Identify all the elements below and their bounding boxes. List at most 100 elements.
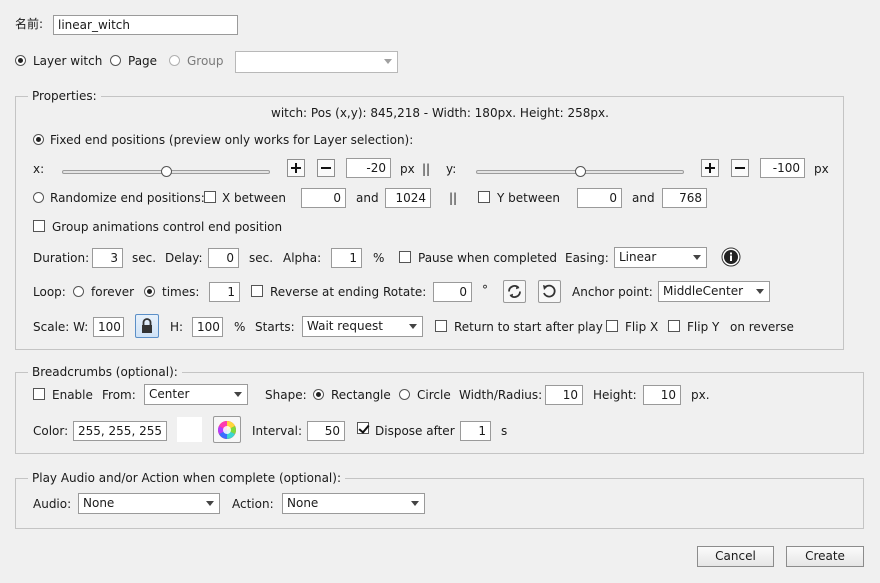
lock-icon: [142, 318, 152, 333]
chevron-down-icon: [756, 289, 764, 294]
layer-radio[interactable]: [15, 55, 26, 66]
plus-icon: [291, 163, 301, 173]
y-label: y:: [446, 162, 457, 176]
color-picker-button[interactable]: [213, 416, 241, 443]
times-radio[interactable]: [144, 286, 155, 297]
chevron-down-icon: [693, 255, 701, 260]
flip-y-label: Flip Y: [687, 320, 720, 334]
flip-x-label: Flip X: [625, 320, 659, 334]
forever-radio[interactable]: [73, 286, 84, 297]
fixed-end-label: Fixed end positions (preview only works …: [50, 133, 414, 147]
forever-label: forever: [91, 285, 135, 299]
y-value-input[interactable]: -100: [760, 158, 805, 178]
y-min-input[interactable]: 0: [577, 188, 622, 208]
breadcrumbs-enable-label: Enable: [52, 388, 93, 402]
name-input[interactable]: linear_witch: [53, 15, 238, 35]
rotate-ccw-button[interactable]: [538, 280, 561, 303]
plus-icon: [705, 163, 715, 173]
fixed-end-radio[interactable]: [33, 134, 44, 145]
y-slider-handle[interactable]: [574, 166, 586, 177]
flip-x-checkbox[interactable]: [606, 320, 618, 332]
x-between-checkbox[interactable]: [204, 191, 216, 203]
info-icon: [721, 247, 741, 267]
name-label: 名前:: [15, 17, 44, 31]
starts-value: Wait request: [307, 319, 383, 333]
action-label: Action:: [232, 497, 274, 511]
dispose-checkbox[interactable]: [357, 422, 369, 434]
easing-select[interactable]: Linear: [614, 247, 707, 268]
chevron-down-icon: [384, 59, 392, 64]
group-select[interactable]: [235, 51, 398, 73]
info-button[interactable]: [721, 247, 741, 267]
chevron-down-icon: [206, 501, 214, 506]
return-checkbox[interactable]: [435, 320, 447, 332]
audio-select[interactable]: None: [78, 493, 220, 514]
chevron-down-icon: [234, 392, 242, 397]
group-anim-checkbox[interactable]: [33, 220, 45, 232]
lock-aspect-button[interactable]: [135, 314, 159, 338]
anchor-select[interactable]: MiddleCenter: [658, 281, 770, 302]
starts-select[interactable]: Wait request: [302, 316, 423, 337]
on-reverse-label: on reverse: [730, 320, 794, 334]
return-label: Return to start after play: [454, 320, 603, 334]
pause-label: Pause when completed: [418, 251, 557, 265]
minus-icon: [735, 167, 745, 169]
x-slider-handle[interactable]: [160, 166, 172, 177]
rotate-input[interactable]: 0: [433, 282, 472, 302]
page-radio-label: Page: [128, 54, 158, 68]
rectangle-radio[interactable]: [313, 389, 324, 400]
height-input[interactable]: 10: [643, 385, 681, 405]
action-value: None: [287, 496, 319, 510]
y-max-input[interactable]: 768: [662, 188, 707, 208]
x-between-label: X between: [222, 191, 286, 205]
flip-y-checkbox[interactable]: [668, 320, 680, 332]
easing-label: Easing:: [565, 251, 609, 265]
y-minus-button[interactable]: [731, 159, 749, 177]
y-and-label: and: [632, 191, 655, 205]
times-label: times:: [162, 285, 200, 299]
x-minus-button[interactable]: [317, 159, 335, 177]
x-value-input[interactable]: -20: [346, 158, 391, 178]
from-value: Center: [149, 387, 190, 401]
y-between-checkbox[interactable]: [478, 191, 490, 203]
from-select[interactable]: Center: [144, 384, 248, 405]
randomize-label: Randomize end positions:: [50, 191, 205, 205]
rotate-cw-button[interactable]: [503, 280, 526, 303]
cancel-button[interactable]: Cancel: [697, 546, 774, 567]
times-input[interactable]: 1: [209, 282, 240, 302]
group-anim-label: Group animations control end position: [52, 220, 283, 234]
breadcrumbs-enable-checkbox[interactable]: [33, 388, 45, 400]
x-plus-button[interactable]: [287, 159, 305, 177]
scale-w-input[interactable]: 100: [93, 317, 124, 337]
x-min-input[interactable]: 0: [301, 188, 346, 208]
x-label: x:: [33, 162, 45, 176]
color-input[interactable]: 255, 255, 255: [73, 421, 167, 441]
x-max-input[interactable]: 1024: [385, 188, 431, 208]
randomize-radio[interactable]: [33, 192, 44, 203]
alpha-input[interactable]: 1: [331, 248, 362, 268]
interval-input[interactable]: 50: [307, 421, 345, 441]
duration-label: Duration:: [33, 251, 90, 265]
interval-label: Interval:: [252, 424, 302, 438]
group-radio[interactable]: [169, 55, 180, 66]
y-plus-button[interactable]: [701, 159, 719, 177]
audio-value: None: [83, 496, 115, 510]
layer-info: witch: Pos (x,y): 845,218 - Width: 180px…: [271, 106, 609, 120]
reverse-checkbox[interactable]: [251, 285, 263, 297]
delay-input[interactable]: 0: [208, 248, 239, 268]
pause-checkbox[interactable]: [399, 251, 411, 263]
create-button[interactable]: Create: [786, 546, 864, 567]
width-radius-label: Width/Radius:: [459, 388, 543, 402]
anchor-value: MiddleCenter: [663, 284, 744, 298]
circle-radio[interactable]: [399, 389, 410, 400]
dispose-label: Dispose after: [375, 424, 455, 438]
action-select[interactable]: None: [282, 493, 425, 514]
color-swatch[interactable]: [177, 417, 202, 442]
width-radius-input[interactable]: 10: [545, 385, 583, 405]
scale-unit: %: [234, 320, 246, 334]
scale-h-input[interactable]: 100: [192, 317, 223, 337]
page-radio[interactable]: [110, 55, 121, 66]
color-wheel-icon: [218, 421, 236, 439]
dispose-input[interactable]: 1: [460, 421, 491, 441]
duration-input[interactable]: 3: [92, 248, 123, 268]
